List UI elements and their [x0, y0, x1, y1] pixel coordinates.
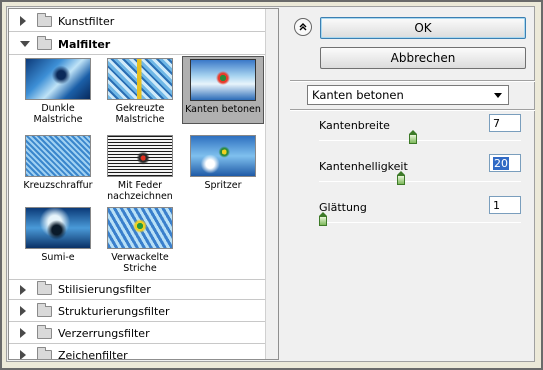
thumbnail-image [190, 59, 256, 101]
thumbnail-image [25, 135, 91, 177]
collapse-arrow-icon[interactable] [20, 41, 30, 47]
expand-arrow-icon[interactable] [20, 328, 30, 338]
glaettung-slider-handle[interactable] [319, 212, 327, 226]
kantenbreite-label: Kantenbreite [319, 119, 390, 132]
glaettung-input[interactable]: 1 [489, 196, 521, 214]
thumbnail-image [190, 135, 256, 177]
thumbnail-image [107, 207, 173, 249]
filter-select[interactable]: Kanten betonen [307, 85, 509, 105]
kantenhelligkeit-label: Kantenhelligkeit [319, 160, 408, 173]
kantenhelligkeit-slider-handle[interactable] [396, 171, 405, 185]
glaettung-slider-track[interactable] [319, 222, 521, 223]
divider [290, 109, 535, 111]
double-chevron-up-icon[interactable] [294, 18, 312, 36]
category-label: Stilisierungsfilter [58, 283, 151, 296]
category-strukturierungsfilter[interactable]: Strukturierungsfilter [9, 301, 265, 322]
divider [290, 80, 535, 82]
category-kunstfilter[interactable]: Kunstfilter [9, 11, 265, 32]
thumb-label: Sumi-e [41, 252, 75, 263]
ok-button[interactable]: OK [320, 17, 526, 39]
thumb-label: Spritzer [204, 180, 242, 191]
thumb-dunkle-malstriche[interactable]: Dunkle Malstriche [17, 58, 99, 125]
thumb-label: Mit Feder nachzeichnen [107, 180, 173, 202]
category-zeichenfilter[interactable]: Zeichenfilter [9, 345, 265, 360]
kantenbreite-slider-handle[interactable] [408, 130, 417, 144]
thumb-sumi-e[interactable]: Sumi-e [17, 207, 99, 263]
thumb-label: Kanten betonen [185, 104, 261, 115]
kantenhelligkeit-value: 20 [493, 156, 509, 170]
thumb-kanten-betonen[interactable]: Kanten betonen [182, 56, 264, 124]
category-malfilter[interactable]: Malfilter [9, 34, 265, 55]
thumb-label: Dunkle Malstriche [33, 103, 83, 125]
thumb-label: Gekreuzte Malstriche [115, 103, 165, 125]
folder-icon [37, 12, 52, 27]
expand-arrow-icon[interactable] [20, 350, 30, 359]
thumb-mit-feder-nachzeichnen[interactable]: Mit Feder nachzeichnen [99, 135, 181, 202]
category-verzerrungsfilter[interactable]: Verzerrungsfilter [9, 323, 265, 344]
category-label: Strukturierungsfilter [58, 304, 170, 318]
thumbnail-image [25, 207, 91, 249]
category-label: Kunstfilter [58, 14, 115, 28]
thumb-gekreuzte-malstriche[interactable]: Gekreuzte Malstriche [99, 58, 181, 125]
thumb-kreuzschraffur[interactable]: Kreuzschraffur [17, 135, 99, 191]
kantenbreite-input[interactable]: 7 [489, 114, 521, 132]
folder-icon [37, 302, 52, 317]
gallery-scrollbar[interactable] [265, 9, 278, 359]
thumb-verwackelte-striche[interactable]: Verwackelte Striche [99, 207, 181, 274]
folder-icon [37, 324, 52, 339]
filter-select-value: Kanten betonen [312, 88, 404, 102]
thumbnail-image [107, 135, 173, 177]
folder-icon [37, 281, 52, 295]
settings-panel: OK Abbrechen Kanten betonen Kantenbreite… [290, 8, 535, 360]
folder-open-icon [37, 35, 52, 50]
thumbnail-image [25, 58, 91, 100]
kantenhelligkeit-input[interactable]: 20 [489, 154, 521, 172]
cancel-button[interactable]: Abbrechen [320, 47, 526, 69]
filter-gallery: Kunstfilter Malfilter Dunkle Malstriche … [8, 8, 279, 360]
thumb-spritzer[interactable]: Spritzer [182, 135, 264, 191]
dropdown-arrow-icon [494, 93, 502, 98]
expand-arrow-icon[interactable] [20, 306, 30, 316]
category-label: Malfilter [58, 37, 111, 51]
thumbnail-grid: Dunkle Malstriche Gekreuzte Malstriche K… [9, 55, 265, 279]
thumbnail-image [107, 58, 173, 100]
category-label: Zeichenfilter [58, 348, 128, 360]
folder-icon [37, 346, 52, 359]
category-stilisierungsfilter[interactable]: Stilisierungsfilter [9, 279, 265, 300]
expand-arrow-icon[interactable] [20, 16, 30, 26]
expand-arrow-icon[interactable] [20, 284, 30, 295]
kantenbreite-slider-track[interactable] [319, 140, 521, 141]
kantenhelligkeit-slider-track[interactable] [319, 181, 521, 182]
thumb-label: Verwackelte Striche [111, 252, 169, 274]
category-label: Verzerrungsfilter [58, 326, 150, 340]
thumb-label: Kreuzschraffur [23, 180, 93, 191]
